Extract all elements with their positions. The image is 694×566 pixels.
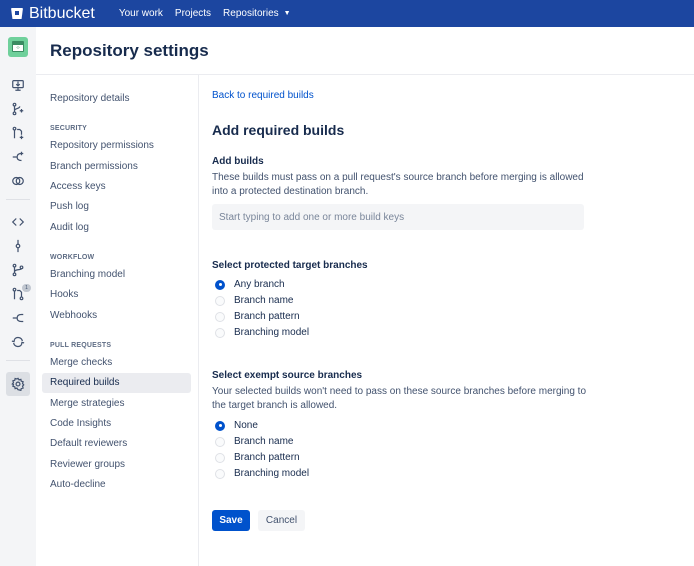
pull-requests-icon[interactable]: 1 — [8, 284, 31, 304]
repository-avatar[interactable] — [8, 37, 28, 57]
settings-nav-push-log[interactable]: Push log — [42, 197, 191, 217]
app-name: Bitbucket — [29, 4, 95, 22]
cancel-button[interactable]: Cancel — [258, 510, 305, 531]
radio-checked[interactable] — [215, 279, 225, 290]
settings-nav-heading-security: SECURITY — [50, 125, 87, 132]
radio-label: None — [234, 420, 258, 431]
radio-checked[interactable] — [215, 420, 225, 431]
sync-icon[interactable] — [8, 332, 28, 352]
radio-label: Branch pattern — [234, 452, 300, 463]
create-pull-request-icon[interactable] — [8, 123, 28, 143]
form-title: Add required builds — [212, 122, 345, 138]
main-nav: Your work Projects Repositories ▼ — [119, 8, 303, 19]
settings-nav-code-insights[interactable]: Code Insights — [42, 414, 191, 434]
exempt-branches-description: Your selected builds won't need to pass … — [212, 386, 586, 411]
bitbucket-logo-icon — [11, 8, 23, 19]
target-option-any-branch[interactable]: Any branch — [215, 279, 285, 290]
radio-label: Branch name — [234, 295, 294, 306]
settings-nav-audit-log[interactable]: Audit log — [42, 218, 191, 238]
settings-nav-merge-checks[interactable]: Merge checks — [42, 353, 191, 373]
fork-icon[interactable] — [8, 147, 28, 167]
chevron-down-icon: ▼ — [283, 10, 291, 17]
radio-unchecked[interactable] — [215, 295, 225, 306]
back-to-required-builds-link[interactable]: Back to required builds — [212, 90, 314, 101]
top-navigation-bar: Bitbucket Your work Projects Repositorie… — [0, 0, 694, 27]
page-title: Repository settings — [50, 41, 209, 60]
nav-repositories[interactable]: Repositories ▼ — [223, 8, 291, 19]
target-option-branching-model[interactable]: Branching model — [215, 327, 309, 338]
radio-unchecked[interactable] — [215, 436, 225, 447]
exempt-option-none[interactable]: None — [215, 420, 258, 431]
save-button[interactable]: Save — [212, 510, 250, 531]
compare-icon[interactable] — [8, 171, 28, 191]
forks-icon[interactable] — [8, 308, 28, 328]
settings-nav-access-keys[interactable]: Access keys — [42, 177, 191, 197]
settings-nav-branch-permissions[interactable]: Branch permissions — [42, 157, 191, 177]
radio-unchecked[interactable] — [215, 311, 225, 322]
settings-nav-webhooks[interactable]: Webhooks — [42, 306, 191, 326]
exempt-option-branch-name[interactable]: Branch name — [215, 436, 293, 447]
clone-icon[interactable] — [8, 75, 28, 95]
settings-nav-heading-pull-requests: PULL REQUESTS — [50, 342, 112, 349]
settings-nav-repository-details[interactable]: Repository details — [42, 89, 191, 109]
settings-nav-heading-workflow: WORKFLOW — [50, 254, 95, 261]
radio-unchecked[interactable] — [215, 452, 225, 463]
sidebar-divider — [6, 360, 30, 361]
add-builds-description: These builds must pass on a pull request… — [212, 172, 584, 197]
settings-nav-auto-decline[interactable]: Auto-decline — [42, 475, 191, 495]
settings-icon[interactable] — [6, 372, 30, 396]
nav-your-work-label: Your work — [118, 8, 163, 19]
settings-navigation: Repository details SECURITY Repository p… — [36, 75, 199, 566]
project-sidebar: 1 — [0, 27, 36, 566]
commits-icon[interactable] — [8, 236, 28, 256]
bitbucket-logo[interactable]: Bitbucket — [11, 5, 95, 23]
radio-label: Any branch — [234, 279, 285, 290]
nav-projects-label: Projects — [174, 8, 212, 19]
pull-requests-count-badge: 1 — [22, 284, 31, 292]
radio-unchecked[interactable] — [215, 327, 225, 338]
page-header: Repository settings — [36, 27, 694, 75]
settings-nav-branching-model[interactable]: Branching model — [42, 265, 191, 285]
settings-nav-reviewer-groups[interactable]: Reviewer groups — [42, 455, 191, 475]
add-builds-label: Add builds — [212, 156, 264, 167]
nav-your-work[interactable]: Your work — [119, 8, 163, 19]
exempt-option-branching-model[interactable]: Branching model — [215, 468, 309, 479]
radio-label: Branch name — [234, 436, 294, 447]
settings-nav-merge-strategies[interactable]: Merge strategies — [42, 394, 191, 414]
radio-unchecked[interactable] — [215, 468, 225, 479]
target-option-branch-pattern[interactable]: Branch pattern — [215, 311, 300, 322]
nav-projects[interactable]: Projects — [175, 8, 211, 19]
settings-nav-required-builds[interactable]: Required builds — [42, 373, 191, 393]
settings-nav-repository-permissions[interactable]: Repository permissions — [42, 136, 191, 156]
settings-nav-hooks[interactable]: Hooks — [42, 285, 191, 305]
radio-label: Branching model — [234, 327, 310, 338]
create-branch-icon[interactable] — [8, 99, 28, 119]
nav-repositories-label: Repositories — [223, 8, 279, 19]
branches-icon[interactable] — [8, 260, 28, 280]
build-keys-input[interactable] — [212, 204, 584, 230]
settings-nav-default-reviewers[interactable]: Default reviewers — [42, 434, 191, 454]
exempt-option-branch-pattern[interactable]: Branch pattern — [215, 452, 300, 463]
source-icon[interactable] — [8, 212, 28, 232]
sidebar-divider — [6, 199, 30, 200]
target-branches-label: Select protected target branches — [212, 260, 368, 271]
radio-label: Branching model — [234, 468, 310, 479]
target-option-branch-name[interactable]: Branch name — [215, 295, 293, 306]
radio-label: Branch pattern — [234, 311, 300, 322]
exempt-branches-label: Select exempt source branches — [212, 370, 363, 381]
